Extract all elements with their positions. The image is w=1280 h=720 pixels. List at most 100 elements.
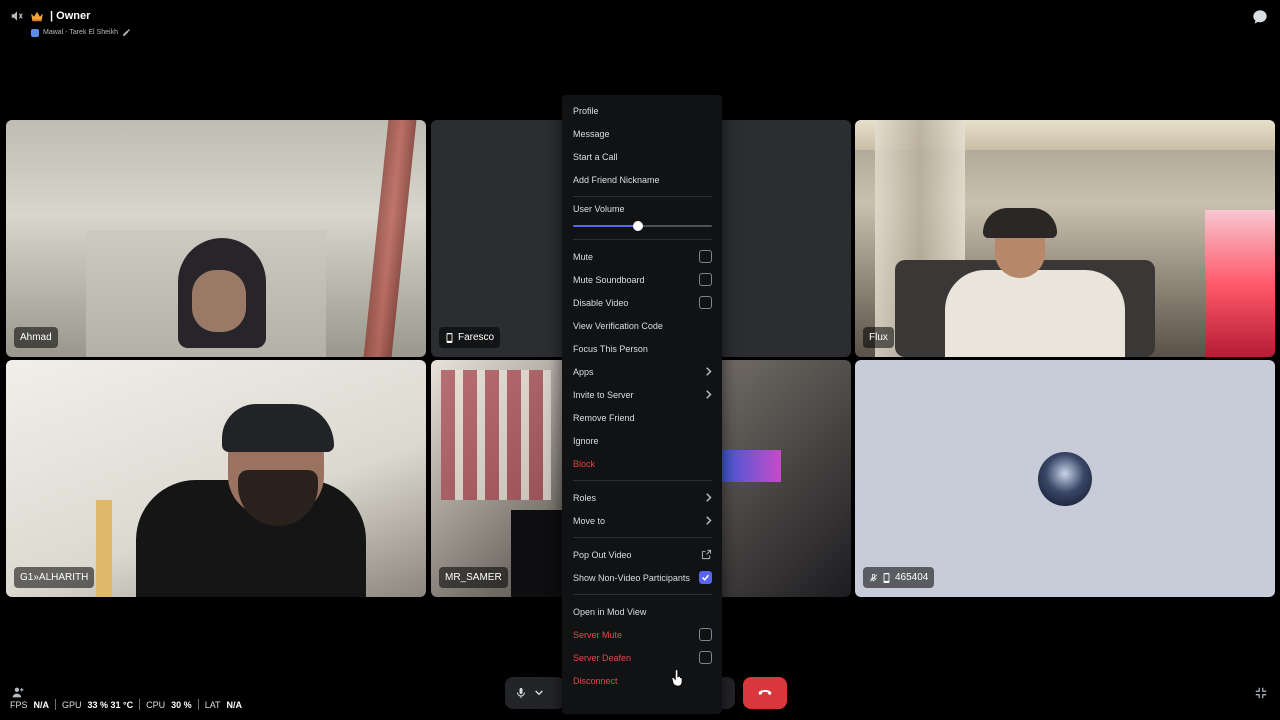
menu-item-profile[interactable]: Profile bbox=[573, 99, 712, 122]
menu-item-label: Open in Mod View bbox=[573, 606, 647, 617]
fps-label: FPS bbox=[10, 699, 28, 710]
menu-item-label: Server Deafen bbox=[573, 652, 632, 663]
microphone-control[interactable] bbox=[505, 677, 565, 709]
participant-name: Ahmad bbox=[20, 332, 52, 343]
mute-checkbox[interactable] bbox=[699, 250, 712, 263]
user-volume-label: User Volume bbox=[573, 204, 625, 214]
microphone-icon[interactable] bbox=[515, 687, 527, 699]
menu-item-label: View Verification Code bbox=[573, 320, 663, 331]
menu-separator bbox=[573, 480, 712, 481]
menu-item-disconnect[interactable]: Disconnect bbox=[573, 669, 712, 692]
channel-title: | Owner bbox=[50, 10, 91, 22]
menu-separator bbox=[573, 239, 712, 240]
menu-item-label: Add Friend Nickname bbox=[573, 174, 660, 185]
menu-item-pop-out-video[interactable]: Pop Out Video bbox=[573, 543, 712, 566]
participant-name: Faresco bbox=[458, 332, 495, 343]
video-feed bbox=[6, 360, 426, 597]
menu-item-label: Move to bbox=[573, 515, 606, 526]
mute-soundboard-checkbox[interactable] bbox=[699, 273, 712, 286]
disable-video-checkbox[interactable] bbox=[699, 296, 712, 309]
participant-name-tag: Ahmad bbox=[14, 327, 58, 348]
participant-name: Flux bbox=[869, 332, 888, 343]
menu-item-label: Pop Out Video bbox=[573, 549, 632, 560]
checkmark-icon bbox=[701, 574, 710, 581]
menu-item-show-non-video[interactable]: Show Non-Video Participants bbox=[573, 566, 712, 589]
menu-item-label: Apps bbox=[573, 366, 594, 377]
video-tile[interactable]: Ahmad bbox=[6, 120, 426, 357]
pop-out-icon bbox=[701, 549, 712, 560]
menu-item-server-deafen[interactable]: Server Deafen bbox=[573, 646, 712, 669]
menu-item-apps[interactable]: Apps bbox=[573, 360, 712, 383]
menu-item-move-to[interactable]: Move to bbox=[573, 509, 712, 532]
menu-item-message[interactable]: Message bbox=[573, 122, 712, 145]
speaker-icon[interactable] bbox=[10, 9, 24, 23]
menu-item-label: Message bbox=[573, 128, 610, 139]
gpu-value: 33 % 31 °C bbox=[87, 699, 134, 710]
server-mute-checkbox[interactable] bbox=[699, 628, 712, 641]
channel-header: | Owner Mawal - Tarek El Sheikh bbox=[10, 8, 131, 37]
mobile-icon bbox=[446, 332, 453, 343]
menu-item-remove-friend[interactable]: Remove Friend bbox=[573, 406, 712, 429]
menu-item-label: Disable Video bbox=[573, 297, 629, 308]
menu-item-ignore[interactable]: Ignore bbox=[573, 429, 712, 452]
menu-separator bbox=[573, 196, 712, 197]
video-feed bbox=[855, 120, 1275, 357]
participant-name-tag: Faresco bbox=[439, 327, 501, 348]
menu-item-label: Start a Call bbox=[573, 151, 618, 162]
activity-user-icon[interactable] bbox=[11, 686, 25, 699]
exit-fullscreen-icon[interactable] bbox=[1254, 686, 1268, 700]
menu-item-mute[interactable]: Mute bbox=[573, 245, 712, 268]
divider bbox=[139, 699, 141, 710]
menu-item-server-mute[interactable]: Server Mute bbox=[573, 623, 712, 646]
menu-item-mute-soundboard[interactable]: Mute Soundboard bbox=[573, 268, 712, 291]
menu-item-label: Mute Soundboard bbox=[573, 274, 645, 285]
menu-item-start-call[interactable]: Start a Call bbox=[573, 145, 712, 168]
menu-item-label: Profile bbox=[573, 105, 599, 116]
menu-item-label: Ignore bbox=[573, 435, 599, 446]
menu-item-invite-to-server[interactable]: Invite to Server bbox=[573, 383, 712, 406]
user-context-menu: Profile Message Start a Call Add Friend … bbox=[562, 95, 722, 714]
participant-name: MR_SAMER bbox=[445, 572, 502, 583]
video-tile[interactable]: G1»ALHARITH bbox=[6, 360, 426, 597]
menu-item-label: Remove Friend bbox=[573, 412, 635, 423]
menu-item-focus-person[interactable]: Focus This Person bbox=[573, 337, 712, 360]
chevron-down-icon[interactable] bbox=[535, 687, 543, 699]
video-tile[interactable]: Flux bbox=[855, 120, 1275, 357]
menu-item-label: Roles bbox=[573, 492, 597, 503]
participant-name-tag: G1»ALHARITH bbox=[14, 567, 95, 588]
menu-item-open-mod-view[interactable]: Open in Mod View bbox=[573, 600, 712, 623]
show-non-video-checkbox[interactable] bbox=[699, 571, 712, 584]
menu-item-roles[interactable]: Roles bbox=[573, 486, 712, 509]
server-deafen-checkbox[interactable] bbox=[699, 651, 712, 664]
avatar[interactable] bbox=[1038, 452, 1092, 506]
channel-status: Mawal - Tarek El Sheikh bbox=[43, 29, 118, 36]
menu-item-label: Disconnect bbox=[573, 675, 618, 686]
video-tile[interactable]: 465404 bbox=[855, 360, 1275, 597]
mobile-icon bbox=[883, 572, 890, 583]
menu-item-block[interactable]: Block bbox=[573, 452, 712, 475]
mic-muted-icon bbox=[869, 573, 878, 582]
participant-name-tag: Flux bbox=[863, 327, 894, 348]
activity-icon bbox=[31, 28, 39, 37]
menu-item-disable-video[interactable]: Disable Video bbox=[573, 291, 712, 314]
chat-icon[interactable] bbox=[1252, 9, 1268, 25]
participant-name: 465404 bbox=[895, 572, 929, 583]
menu-item-label: Show Non-Video Participants bbox=[573, 572, 690, 583]
fps-value: N/A bbox=[33, 699, 50, 710]
chevron-right-icon bbox=[706, 516, 712, 525]
lat-value: N/A bbox=[226, 699, 243, 710]
disconnect-button[interactable] bbox=[743, 677, 787, 709]
menu-item-label: Mute bbox=[573, 251, 594, 262]
menu-item-view-verification-code[interactable]: View Verification Code bbox=[573, 314, 712, 337]
menu-separator bbox=[573, 594, 712, 595]
chevron-right-icon bbox=[706, 390, 712, 399]
edit-status-icon[interactable] bbox=[122, 28, 131, 37]
menu-item-label: Focus This Person bbox=[573, 343, 648, 354]
divider bbox=[197, 699, 199, 710]
user-volume-slider[interactable] bbox=[573, 220, 712, 232]
menu-item-label: Server Mute bbox=[573, 629, 623, 640]
menu-item-label: Invite to Server bbox=[573, 389, 634, 400]
divider bbox=[55, 699, 57, 710]
menu-item-add-friend-nickname[interactable]: Add Friend Nickname bbox=[573, 168, 712, 191]
slider-handle[interactable] bbox=[633, 221, 644, 231]
